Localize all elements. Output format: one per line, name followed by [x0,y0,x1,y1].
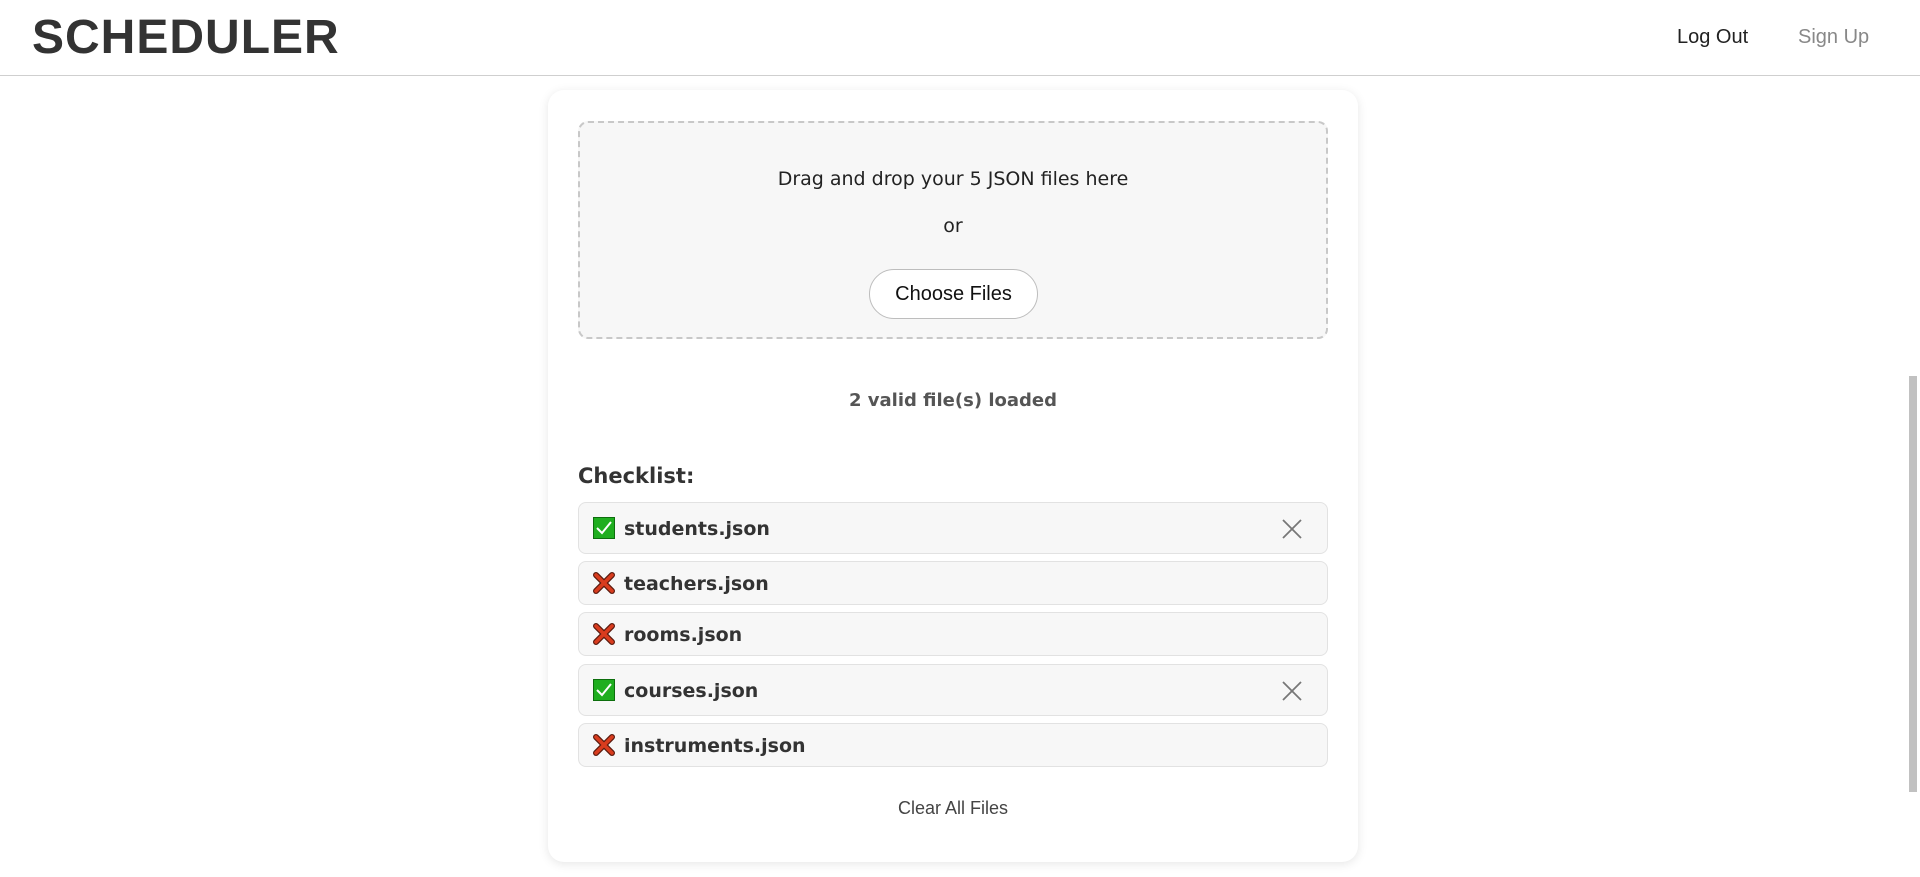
check-icon [593,517,615,539]
app-logo[interactable]: SCHEDULER [32,10,340,66]
drop-instructions: Drag and drop your 5 JSON files here [777,168,1129,190]
checklist-item-rooms: rooms.json [578,612,1328,656]
file-name: students.json [624,518,770,540]
remove-file-button[interactable] [1279,678,1305,704]
clear-all-files-button[interactable]: Clear All Files [548,798,1358,819]
check-icon [593,679,615,701]
files-loaded-status: 2 valid file(s) loaded [849,390,1057,411]
choose-files-button[interactable]: Choose Files [869,269,1038,319]
file-name: courses.json [624,680,759,702]
checklist-item-students: students.json [578,502,1328,554]
cross-icon [593,734,615,756]
cross-icon [593,623,615,645]
top-nav-bar: SCHEDULER Log Out Sign Up [0,0,1920,76]
page-scrollbar-thumb[interactable] [1909,376,1917,792]
checklist-heading: Checklist: [578,464,695,488]
checklist-item-courses: courses.json [578,664,1328,716]
file-name: instruments.json [624,735,806,757]
checklist-item-instruments: instruments.json [578,723,1328,767]
file-drop-zone[interactable]: Drag and drop your 5 JSON files here or … [578,121,1328,339]
checklist-item-teachers: teachers.json [578,561,1328,605]
upload-card: Drag and drop your 5 JSON files here or … [548,90,1358,862]
close-icon [1282,519,1302,539]
or-separator: or [943,215,963,237]
remove-file-button[interactable] [1279,516,1305,542]
logout-link[interactable]: Log Out [1677,24,1748,50]
file-name: teachers.json [624,573,769,595]
signup-link[interactable]: Sign Up [1798,24,1869,50]
cross-icon [593,572,615,594]
file-name: rooms.json [624,624,743,646]
close-icon [1282,681,1302,701]
